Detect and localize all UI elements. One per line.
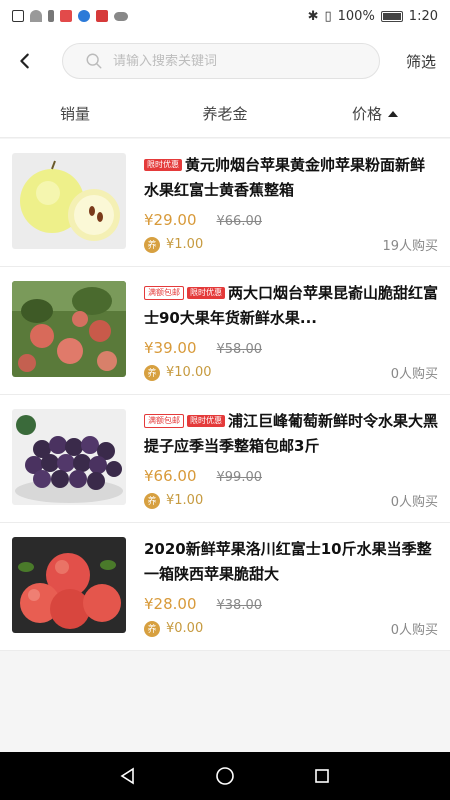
sort-tab-sales[interactable]: 销量: [0, 103, 150, 124]
product-image: [12, 409, 126, 505]
buyer-count: 0人购买: [390, 495, 438, 510]
buyer-count: 19人购买: [382, 239, 438, 254]
notification-icon: [12, 10, 24, 22]
promo-tag: 满额包邮: [144, 414, 184, 428]
product-item[interactable]: 满额包邮 限时优惠 浦江巨峰葡萄新鲜时令水果大黑提子应季当季整箱包邮3斤 ¥66.0…: [0, 395, 450, 523]
wifi-icon: [30, 10, 42, 22]
mail-icon: [60, 10, 72, 22]
promo-tag: 限时优惠: [187, 287, 225, 299]
notification-icons: [12, 10, 128, 22]
vibrate-icon: ▯: [324, 8, 332, 24]
grapes-image: [12, 409, 126, 505]
header: 筛选: [0, 32, 450, 90]
original-price: ¥66.00: [216, 214, 263, 229]
original-price: ¥58.00: [216, 342, 263, 357]
app-icon: [96, 10, 108, 22]
product-price: ¥28.00: [144, 595, 197, 613]
buyer-count: 0人购买: [390, 623, 438, 638]
pension-badge-icon: 养: [144, 236, 160, 253]
product-list: 限时优惠 黄元帅烟台苹果黄金帅苹果粉面新鲜水果红富士黄香蕉整箱 ¥29.00 ¥6…: [0, 139, 450, 651]
yellow-apples-image: [12, 153, 126, 249]
triangle-back-icon: [120, 767, 135, 785]
pension-value: ¥1.00: [166, 237, 204, 252]
original-price: ¥38.00: [216, 598, 263, 613]
recents-square-icon: [314, 769, 329, 783]
product-price: ¥29.00: [144, 211, 197, 229]
promo-tag: 限时优惠: [144, 159, 182, 171]
product-item[interactable]: 2020新鲜苹果洛川红富士10斤水果当季整一箱陕西苹果脆甜大 ¥28.00 ¥3…: [0, 523, 450, 651]
pension-value: ¥1.00: [166, 493, 204, 508]
pension-badge-icon: 养: [144, 364, 160, 381]
red-apples-image: [12, 537, 126, 633]
status-bar: ✱ ▯ 100% 1:20: [0, 0, 450, 32]
bluetooth-icon: ✱: [307, 8, 319, 24]
system-status: ✱ ▯ 100% 1:20: [308, 9, 438, 24]
product-title: 满额包邮 限时优惠 浦江巨峰葡萄新鲜时令水果大黑提子应季当季整箱包邮3斤: [144, 409, 438, 459]
product-image: [12, 281, 126, 377]
product-price: ¥39.00: [144, 339, 197, 357]
product-title-text: 2020新鲜苹果洛川红富士10斤水果当季整一箱陕西苹果脆甜大: [144, 540, 432, 583]
sort-tab-label: 销量: [59, 105, 90, 123]
sort-tab-label: 养老金: [202, 105, 248, 123]
product-title: 限时优惠 黄元帅烟台苹果黄金帅苹果粉面新鲜水果红富士黄香蕉整箱: [144, 153, 438, 203]
search-box[interactable]: [62, 43, 380, 79]
back-button[interactable]: [0, 32, 50, 90]
product-image: [12, 153, 126, 249]
pension-badge-icon: 养: [144, 492, 160, 509]
product-title-text: 黄元帅烟台苹果黄金帅苹果粉面新鲜水果红富士黄香蕉整箱: [144, 156, 426, 199]
product-item[interactable]: 满额包邮 限时优惠 两大口烟台苹果昆嵛山脆甜红富士90大果年货新鲜水果... ¥39…: [0, 267, 450, 395]
filter-button[interactable]: 筛选: [406, 51, 436, 72]
search-icon: [86, 53, 102, 69]
pension-value: ¥0.00: [166, 621, 204, 636]
promo-tag: 限时优惠: [187, 415, 225, 427]
sort-tab-pension[interactable]: 养老金: [150, 103, 300, 124]
apple-tree-image: [12, 281, 126, 377]
product-image: [12, 537, 126, 633]
battery-percent: 100%: [337, 8, 375, 24]
original-price: ¥99.00: [216, 470, 263, 485]
home-circle-icon: [216, 767, 234, 785]
sort-tab-label: 价格: [351, 105, 382, 123]
product-title: 满额包邮 限时优惠 两大口烟台苹果昆嵛山脆甜红富士90大果年货新鲜水果...: [144, 281, 438, 331]
pension-value: ¥10.00: [166, 365, 212, 380]
nav-recents-button[interactable]: [307, 761, 337, 791]
nav-back-button[interactable]: [113, 761, 143, 791]
product-title: 2020新鲜苹果洛川红富士10斤水果当季整一箱陕西苹果脆甜大: [144, 537, 438, 587]
app-icon: [78, 10, 90, 22]
cloud-icon: [114, 11, 128, 21]
sort-tab-price[interactable]: 价格: [300, 103, 450, 124]
clock: 1:20: [408, 8, 438, 24]
search-input[interactable]: [113, 53, 353, 69]
promo-tag: 满额包邮: [144, 286, 184, 300]
product-item[interactable]: 限时优惠 黄元帅烟台苹果黄金帅苹果粉面新鲜水果红富士黄香蕉整箱 ¥29.00 ¥6…: [0, 139, 450, 267]
buyer-count: 0人购买: [390, 367, 438, 382]
sort-up-icon: [388, 110, 398, 117]
product-price: ¥66.00: [144, 467, 197, 485]
usb-icon: [48, 10, 54, 22]
nav-home-button[interactable]: [210, 761, 240, 791]
pension-badge-icon: 养: [144, 620, 160, 637]
sort-bar: 销量 养老金 价格: [0, 90, 450, 138]
system-nav-bar: [0, 752, 450, 800]
back-arrow-icon: [20, 53, 29, 69]
battery-icon: [380, 10, 403, 22]
